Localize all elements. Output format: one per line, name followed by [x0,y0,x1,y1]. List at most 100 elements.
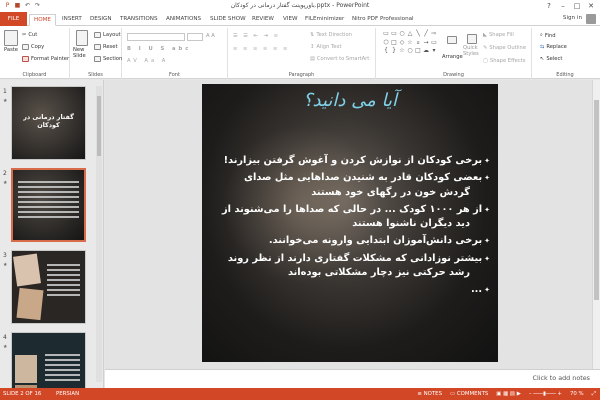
font-style-buttons[interactable]: B I U S abc [127,46,191,52]
bullet-item: بعضی کودکان قادر به شنیدن صداهایی مثل صد… [212,171,490,185]
pen-icon: ✎ [483,45,488,51]
ribbon-tabs: FILE HOME INSERT DESIGN TRANSITIONS ANIM… [0,12,600,26]
layout-button[interactable]: Layout [94,32,121,38]
close-button[interactable]: ✕ [584,0,598,12]
slide-thumbnails-pane: 1 ★ گفتار درمانی در کودکان 2 ★ 3 ★ 4 ★ [0,80,104,388]
thumbnails-scrollbar[interactable] [96,86,102,382]
shape-outline-button[interactable]: ✎ Shape Outline [483,45,526,51]
group-label-paragraph: Paragraph [288,72,315,78]
group-label-editing: Editing [556,72,574,78]
thumbnail-text-lines [13,170,84,218]
find-button[interactable]: ⌕ Find [540,32,556,39]
paste-button[interactable]: Paste [4,30,18,53]
font-group: A A B I U S abc AV Aa A Font [122,28,228,79]
tab-animations[interactable]: ANIMATIONS [166,14,201,26]
bullet-item: ... [212,283,490,297]
canvas-scrollbar[interactable] [592,80,600,369]
convert-smartart-button[interactable]: ▤ Convert to SmartArt [310,56,369,62]
group-label-drawing: Drawing [443,72,464,78]
bullet-continuation: گردش خون در رگهای خود هستند [311,186,470,198]
smartart-icon: ▤ [310,56,315,62]
slide-bullet-list[interactable]: برخی کودکان از نوازش کردن و آغوش گرفتن ب… [212,154,490,301]
font-effects-buttons[interactable]: AV Aa A [127,58,168,64]
thumbnail-number: 1 [3,88,7,95]
arrange-button[interactable]: Arrange [442,36,463,60]
replace-button[interactable]: ⇆ Replace [540,44,567,50]
slide-thumbnail-4[interactable] [11,332,86,388]
minimize-button[interactable]: – [556,0,570,12]
tab-transitions[interactable]: TRANSITIONS [120,14,158,26]
slide-title[interactable]: آیا می دانید؟ [202,90,498,111]
thumbnail-number: 3 [3,252,7,259]
cut-button[interactable]: ✂ Cut [22,32,37,38]
tab-home[interactable]: HOME [29,14,56,26]
tab-design[interactable]: DESIGN [90,14,112,26]
sign-in-link[interactable]: Sign in [563,15,582,21]
slide-thumbnail-1[interactable]: گفتار درمانی در کودکان [11,86,86,160]
current-slide[interactable]: آیا می دانید؟ برخی کودکان از نوازش کردن … [202,84,498,362]
quick-styles-button[interactable]: Quick Styles [463,34,481,57]
slides-group: New Slide Layout Reset Section Slides [70,28,122,79]
language-indicator[interactable]: PERSIAN [56,388,79,400]
tab-insert[interactable]: INSERT [62,14,82,26]
editing-group: ⌕ Find ⇆ Replace ↖ Select Editing [532,28,598,79]
select-button[interactable]: ↖ Select [540,56,562,62]
view-buttons[interactable]: ▣ ▦ ▤ ▶ [496,388,521,400]
new-slide-button[interactable]: New Slide [73,30,91,59]
font-size-buttons[interactable]: A A [206,33,215,39]
font-size-combobox[interactable] [187,33,203,41]
thumbnail-text-lines [40,351,85,381]
list-buttons[interactable]: ☰ ☰ ⇤ ⇥ ≡ [233,33,280,39]
shape-effects-button[interactable]: ▢ Shape Effects [483,58,525,64]
tab-slide-show[interactable]: SLIDE SHOW [210,14,246,26]
avatar[interactable] [586,14,596,24]
status-bar: SLIDE 2 OF 16 PERSIAN ≡ NOTES ▭ COMMENTS… [0,388,600,400]
bullet-continuation: دید دیگران ناشنوا هستند [352,218,470,230]
format-painter-button[interactable]: Format Painter [22,56,69,62]
tab-fileminimizer[interactable]: FILEminimizer [305,14,344,26]
text-direction-button[interactable]: ⇅ Text Direction [310,32,352,38]
fit-to-window-icon[interactable]: ⤢ [592,388,596,400]
transition-star-icon: ★ [3,180,8,186]
arrange-icon [447,36,458,44]
thumbnail-photo [13,253,41,287]
zoom-slider[interactable]: – ───▮─── + [529,388,562,400]
paragraph-group: ☰ ☰ ⇤ ⇥ ≡ ≡ ≡ ≡ ≡ ≡ ≡ ⇅ Text Direction ↕… [228,28,376,79]
tab-review[interactable]: REVIEW [252,14,274,26]
powerpoint-window: P ■ ↶ ↷ باورپوینت گفتار درمانی در کودکان… [0,0,600,400]
group-label-clipboard: Clipboard [22,72,47,78]
restore-button[interactable]: □ [570,0,584,12]
font-name-combobox[interactable] [127,33,185,41]
new-slide-icon [76,30,88,46]
scrollbar-thumb[interactable] [97,96,101,156]
shapes-gallery[interactable]: ▭ ▭ ○ △ ╲ ╱ ⇨ ⬡ □ ◇ ☆ ⌅ → ▭ {} ☆ ○ □ ☁ ▾ [382,30,438,56]
section-button[interactable]: Section [94,56,122,62]
reset-button[interactable]: Reset [94,44,118,50]
slide-thumbnail-3[interactable] [11,250,86,324]
scrollbar-thumb[interactable] [594,100,599,300]
copy-button[interactable]: Copy [22,44,44,50]
align-text-button[interactable]: ↕ Align Text [310,44,342,50]
comments-toggle[interactable]: ▭ COMMENTS [450,388,488,400]
tab-nitro-pdf[interactable]: Nitro PDF Professional [352,14,414,26]
shape-fill-button[interactable]: ◣ Shape Fill [483,32,514,38]
group-label-slides: Slides [88,72,103,78]
notes-pane[interactable]: Click to add notes [105,369,600,388]
status-right-controls: ≡ NOTES ▭ COMMENTS ▣ ▦ ▤ ▶ – ───▮─── + 7… [417,388,596,400]
notes-toggle[interactable]: ≡ NOTES [417,388,442,400]
magnifier-icon: ⌕ [540,32,543,38]
tab-file[interactable]: FILE [0,12,27,26]
zoom-level[interactable]: 70 % [570,388,584,400]
reset-icon [94,44,101,50]
tab-view[interactable]: VIEW [283,14,298,26]
slide-thumbnail-2[interactable] [11,168,86,242]
thumbnail-photo [16,287,44,321]
title-bar: P ■ ↶ ↷ باورپوینت گفتار درمانی در کودکان… [0,0,600,12]
alignment-buttons[interactable]: ≡ ≡ ≡ ≡ ≡ ≡ [233,46,289,52]
quick-styles-icon [467,34,477,44]
bullet-item: از هر ۱۰۰۰ کودک ... در حالی که صداها را … [212,203,490,217]
window-title: باورپوینت گفتار درمانی در کودکان.pptx - … [230,2,370,9]
help-button[interactable]: ? [542,0,556,12]
clipboard-group: Paste ✂ Cut Copy Format Painter Clipboar… [0,28,70,79]
paint-bucket-icon: ◣ [483,32,487,38]
